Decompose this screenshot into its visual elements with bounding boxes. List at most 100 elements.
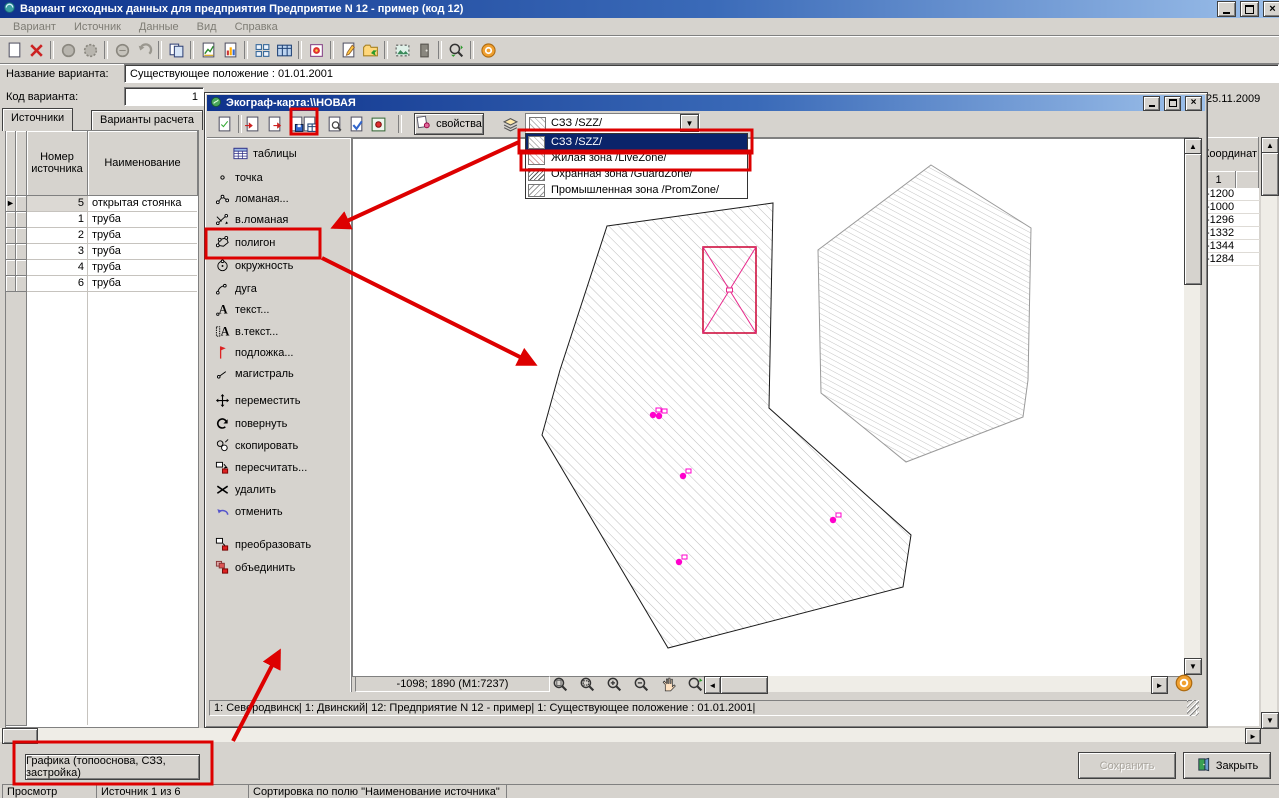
layer-option[interactable]: Охранная зона /GuardZone/ <box>526 166 747 182</box>
tool-line[interactable]: магистраль <box>215 366 294 381</box>
source-name-cell[interactable]: открытая стоянка <box>88 196 197 212</box>
grid-icon[interactable] <box>251 39 273 61</box>
tool-arc[interactable]: дуга <box>215 281 257 296</box>
source-number-cell[interactable]: 5 <box>27 196 88 212</box>
tool-point[interactable]: точка <box>215 170 263 185</box>
tool-rotate[interactable]: повернуть <box>215 416 287 431</box>
undo-icon[interactable] <box>133 39 155 61</box>
row-selector[interactable] <box>6 212 16 228</box>
tool-move[interactable]: переместить <box>215 393 300 408</box>
row-selector[interactable] <box>6 260 16 276</box>
table-blue-icon[interactable] <box>273 39 295 61</box>
tool-text[interactable]: Aтекст... <box>215 302 269 317</box>
graphics-button[interactable]: Графика (топооснова, СЗЗ, застройка) <box>25 754 200 780</box>
help-icon[interactable] <box>477 39 499 61</box>
tool-tables[interactable]: таблицы <box>233 146 297 161</box>
save-button[interactable]: Сохранить <box>1078 752 1176 779</box>
edit-icon[interactable] <box>337 39 359 61</box>
map-horizontal-scrollbar[interactable]: ◄ ► <box>704 676 1166 692</box>
zoom-rect-icon[interactable] <box>575 675 599 693</box>
map-canvas[interactable] <box>352 138 1186 677</box>
layer-option[interactable]: Промышленная зона /PromZone/ <box>526 182 747 198</box>
map-check-icon[interactable] <box>345 113 367 135</box>
tool-undo-tool[interactable]: отменить <box>215 504 283 519</box>
map-import-icon[interactable] <box>241 113 263 135</box>
menu-item-справка[interactable]: Справка <box>226 19 287 35</box>
tool-insert-text[interactable]: Aв.текст... <box>215 324 278 339</box>
layer-option[interactable]: Жилая зона /LiveZone/ <box>526 150 747 166</box>
map-table-icon[interactable] <box>298 113 320 135</box>
column-header-name[interactable]: Наименование <box>88 131 198 196</box>
menu-item-источник[interactable]: Источник <box>65 19 130 35</box>
image-icon[interactable] <box>305 39 327 61</box>
row-selector[interactable] <box>6 276 16 292</box>
variant-code-input[interactable]: 1 <box>124 87 204 106</box>
menu-item-вариант[interactable]: Вариант <box>4 19 65 35</box>
row-selector[interactable] <box>6 228 16 244</box>
chart-icon[interactable] <box>197 39 219 61</box>
tool-underlay[interactable]: подложка... <box>215 345 294 360</box>
calc-icon[interactable] <box>111 39 133 61</box>
tool-insert-polyline[interactable]: в.ломаная <box>215 212 288 227</box>
exit-icon[interactable] <box>413 39 435 61</box>
map-close-button[interactable]: × <box>1185 96 1202 111</box>
tool-copy-tool[interactable]: скопировать <box>215 438 298 453</box>
close-button[interactable]: × <box>1263 1 1279 17</box>
minimize-button[interactable] <box>1217 1 1236 17</box>
restore-button[interactable] <box>1240 1 1259 17</box>
source-name-cell[interactable]: труба <box>88 244 197 260</box>
zoom-out-icon[interactable] <box>629 675 653 693</box>
column-header-coordinates[interactable]: Координат <box>1202 137 1259 172</box>
row-selector[interactable] <box>6 244 16 260</box>
zoom-in-icon[interactable] <box>602 675 626 693</box>
zoom-page-icon[interactable] <box>548 675 572 693</box>
search-icon[interactable] <box>445 39 467 61</box>
new-icon[interactable] <box>3 39 25 61</box>
source-number-cell[interactable]: 4 <box>27 260 88 276</box>
tool-polygon[interactable]: полигон <box>215 235 275 250</box>
combobox-dropdown-arrow[interactable]: ▼ <box>680 114 699 132</box>
run2-icon[interactable] <box>79 39 101 61</box>
tool-merge[interactable]: объединить <box>215 560 295 575</box>
map-vertical-scroll-thumb[interactable] <box>1184 153 1202 285</box>
map-new-icon[interactable] <box>213 113 235 135</box>
map-export-icon[interactable] <box>263 113 285 135</box>
main-horizontal-scrollbar[interactable]: ► <box>0 728 1259 742</box>
source-number-cell[interactable]: 2 <box>27 228 88 244</box>
run-icon[interactable] <box>57 39 79 61</box>
source-name-cell[interactable]: труба <box>88 228 197 244</box>
layer-combobox[interactable]: СЗЗ /SZZ/ ▼ <box>525 113 700 133</box>
map-maximize-button[interactable] <box>1164 96 1181 111</box>
source-number-cell[interactable]: 1 <box>27 212 88 228</box>
layers-icon[interactable] <box>499 113 521 135</box>
map-scroll-right-button[interactable]: ► <box>1151 676 1168 694</box>
scroll-right-button[interactable]: ► <box>1245 728 1261 744</box>
horizontal-scroll-thumb[interactable] <box>2 728 38 744</box>
close-window-button[interactable]: Закрыть <box>1183 752 1271 779</box>
tool-circle[interactable]: окружность <box>215 258 293 273</box>
source-name-cell[interactable]: труба <box>88 212 197 228</box>
row-selector[interactable]: ► <box>6 196 16 212</box>
tool-transform[interactable]: преобразовать <box>215 537 311 552</box>
delete-icon[interactable] <box>25 39 47 61</box>
tool-polyline[interactable]: ломаная... <box>215 191 289 206</box>
main-vertical-scrollbar[interactable]: ▲ ▼ <box>1261 137 1277 727</box>
copy-icon[interactable] <box>165 39 187 61</box>
tool-delete-tool[interactable]: удалить <box>215 482 276 497</box>
source-name-cell[interactable]: труба <box>88 276 197 292</box>
layer-option[interactable]: СЗЗ /SZZ/ <box>526 134 747 150</box>
map-scroll-left-button[interactable]: ◄ <box>704 676 721 694</box>
prom-zone-polygon[interactable] <box>818 165 1031 462</box>
tool-recalc[interactable]: пересчитать... <box>215 460 307 475</box>
scroll-down-button[interactable]: ▼ <box>1261 712 1279 729</box>
resize-grip[interactable] <box>1187 700 1199 716</box>
map-help-icon[interactable] <box>1174 673 1194 696</box>
tab-calculation-variants[interactable]: Варианты расчета <box>91 110 203 130</box>
report-icon[interactable] <box>219 39 241 61</box>
menu-item-данные[interactable]: Данные <box>130 19 188 35</box>
map-frame-icon[interactable] <box>367 113 389 135</box>
properties-button[interactable]: свойства <box>414 113 484 135</box>
variant-name-input[interactable]: Существующее положение : 01.01.2001 <box>124 64 1279 83</box>
map-preview-icon[interactable] <box>323 113 345 135</box>
source-number-cell[interactable]: 6 <box>27 276 88 292</box>
